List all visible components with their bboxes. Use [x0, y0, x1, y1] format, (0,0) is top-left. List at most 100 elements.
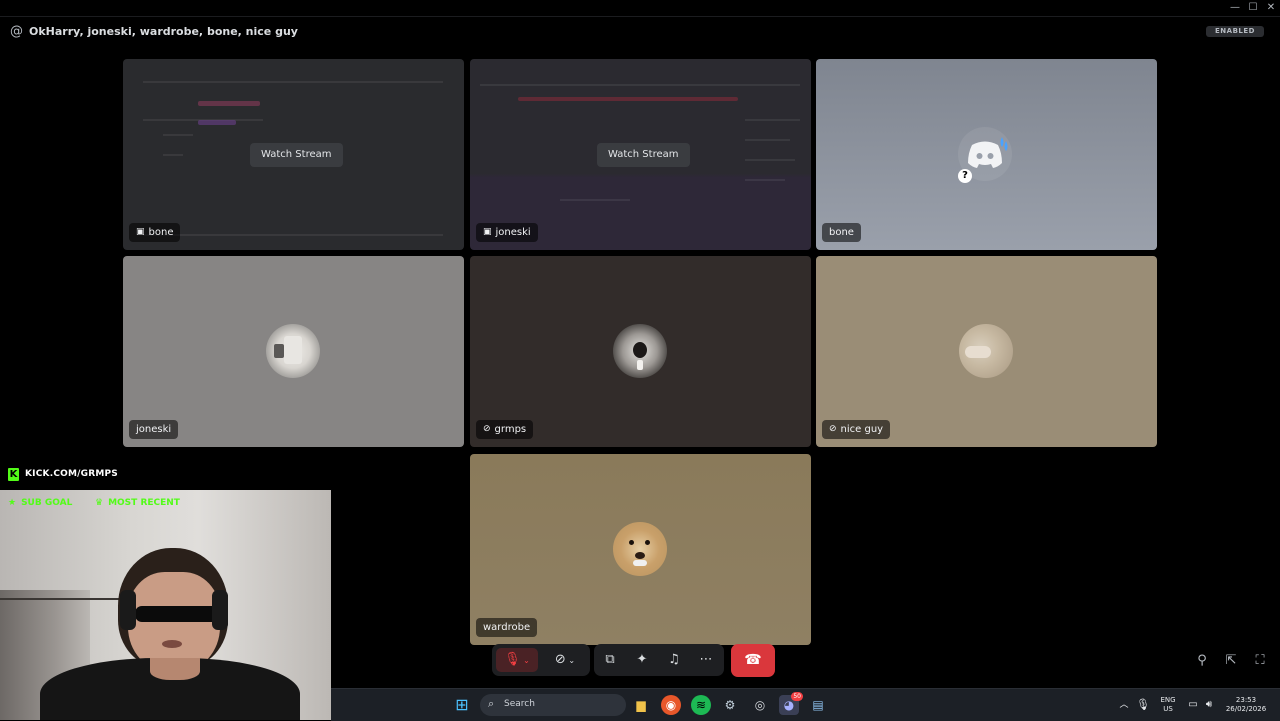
notepad-button[interactable]: ▤ [808, 695, 828, 715]
chevron-up-icon: ︿ [1119, 700, 1129, 710]
soundboard-button[interactable]: ♫ [662, 648, 686, 672]
mic-muted-icon: 🎙︎ [504, 652, 521, 667]
close-button[interactable]: ✕ [1264, 2, 1278, 14]
chromium-button[interactable]: ◎ [750, 695, 770, 715]
language-indicator[interactable]: ENG US [1157, 696, 1179, 714]
fullscreen-icon: ⛶ [1255, 653, 1265, 668]
chevron-down-icon: ⌄ [520, 656, 530, 665]
participant-name: bone [148, 227, 174, 238]
microphone-tray-button[interactable]: 🎙︎ [1133, 695, 1153, 715]
enabled-badge: ENABLED [1206, 26, 1264, 37]
steam-icon: ⚙ [724, 698, 736, 712]
camera-toggle-button[interactable]: ⊘ ⌄ [544, 648, 586, 672]
at-icon: @ [10, 24, 23, 39]
stream-preview [518, 97, 738, 101]
avatar [613, 522, 667, 576]
participant-name: joneski [136, 424, 172, 435]
kick-logo-icon: K [8, 468, 19, 481]
file-explorer-button[interactable]: ▆ [631, 695, 651, 715]
action-controls: ⧉ ✦ ♫ ⋯ [594, 644, 724, 676]
participant-nametag: bone [822, 223, 861, 242]
pin-button[interactable]: ⚲ [1193, 652, 1211, 670]
pin-icon: ⚲ [1197, 653, 1207, 668]
spotify-icon: ≋ [695, 698, 707, 712]
fullscreen-button[interactable]: ⛶ [1251, 652, 1269, 670]
participant-name: bone [829, 227, 854, 238]
kick-overlay-bar: K KICK.COM/GRMPS [0, 463, 331, 487]
participant-tile-nice-guy[interactable]: ⊘ nice guy [816, 256, 1157, 447]
kick-channel-label: KICK.COM/GRMPS [25, 469, 118, 479]
more-icon: ⋯ [699, 652, 713, 667]
screen-share-icon: ⧉ [605, 652, 615, 667]
taskbar: ⊞ ⌕ Search ▆ ◉ ≋ ⚙ ◎ ◕ 50 ▤ ︿ 🎙︎ ENG US … [331, 688, 1280, 721]
start-button[interactable]: ⊞ [452, 695, 472, 715]
stream-tile-joneski[interactable]: Watch Stream ▣ joneski [470, 59, 811, 250]
soundboard-icon: ♫ [668, 652, 680, 667]
most-recent-widget: ♛ MOST RECENT [95, 498, 180, 508]
participant-nametag: ▣ joneski [476, 223, 538, 242]
microphone-icon: 🎙︎ [1136, 698, 1150, 711]
firefox-icon: ◉ [665, 698, 677, 712]
windows-logo-icon: ⊞ [455, 695, 469, 714]
participant-nametag: ▣ bone [129, 223, 181, 242]
webcam-feed: ★ SUB GOAL ♛ MOST RECENT [0, 490, 331, 720]
minimize-button[interactable]: — [1228, 2, 1242, 14]
participant-name: joneski [495, 227, 531, 238]
popout-button[interactable]: ⇱ [1222, 652, 1240, 670]
participant-tile-wardrobe[interactable]: wardrobe [470, 454, 811, 645]
network-icon: ▭ [1188, 699, 1198, 710]
watch-stream-button[interactable]: Watch Stream [250, 143, 343, 167]
end-call-button[interactable]: ☎ [731, 644, 775, 677]
participant-nametag: ⊘ grmps [476, 420, 534, 439]
participant-tile-grmps[interactable]: ⊘ grmps [470, 256, 811, 447]
notepad-icon: ▤ [812, 698, 824, 712]
participant-nametag: ⊘ nice guy [822, 420, 891, 439]
lang-top: ENG [1160, 696, 1176, 704]
firefox-button[interactable]: ◉ [661, 695, 681, 715]
stream-tile-bone[interactable]: Watch Stream ▣ bone [123, 59, 464, 250]
participant-name: wardrobe [483, 622, 531, 633]
chevron-down-icon: ⌄ [565, 656, 576, 665]
more-options-button[interactable]: ⋯ [694, 648, 718, 672]
camera-off-icon: ⊘ [554, 652, 566, 667]
sub-goal-label: SUB GOAL [21, 498, 73, 508]
screen-share-button[interactable]: ⧉ [598, 648, 622, 672]
window-titlebar: — ☐ ✕ [0, 0, 1280, 17]
participant-nametag: joneski [129, 420, 179, 439]
participant-tile-bone[interactable]: ? bone [816, 59, 1157, 250]
avatar [959, 324, 1013, 378]
clock-time: 23:53 [1235, 696, 1257, 704]
sub-goal-widget: ★ SUB GOAL [8, 498, 72, 508]
most-recent-label: MOST RECENT [108, 498, 180, 508]
steam-button[interactable]: ⚙ [720, 695, 740, 715]
muted-icon: ⊘ [829, 424, 837, 434]
volume-button[interactable]: 🔊︎ [1199, 695, 1219, 715]
search-placeholder: Search [504, 699, 535, 709]
lang-bottom: US [1163, 705, 1173, 713]
clock[interactable]: 23:53 26/02/2026 [1221, 696, 1271, 714]
volume-icon: 🔊︎ [1205, 699, 1213, 710]
watch-stream-button[interactable]: Watch Stream [597, 143, 690, 167]
avatar [266, 324, 320, 378]
folder-icon: ▆ [636, 698, 646, 712]
discord-button[interactable]: ◕ 50 [779, 692, 803, 715]
avatar [613, 324, 667, 378]
maximize-button[interactable]: ☐ [1246, 2, 1260, 14]
participant-name: grmps [494, 424, 527, 435]
participant-tile-joneski[interactable]: joneski [123, 256, 464, 447]
activities-button[interactable]: ✦ [630, 648, 654, 672]
participant-nametag: wardrobe [476, 618, 538, 637]
spotify-button[interactable]: ≋ [691, 695, 711, 715]
tray-overflow-button[interactable]: ︿ [1114, 695, 1134, 715]
stream-preview [198, 120, 236, 125]
star-icon: ★ [8, 498, 17, 508]
media-controls: 🎙︎ ⌄ ⊘ ⌄ [492, 644, 590, 676]
mic-toggle-button[interactable]: 🎙︎ ⌄ [496, 648, 538, 672]
clock-date: 26/02/2026 [1225, 705, 1267, 713]
stream-preview [198, 101, 260, 106]
participant-name: nice guy [840, 424, 884, 435]
taskbar-search[interactable]: ⌕ Search [480, 694, 626, 716]
badge-label: ENABLED [1215, 27, 1255, 35]
call-title: OkHarry, joneski, wardrobe, bone, nice g… [29, 25, 298, 38]
screen-share-icon: ▣ [136, 227, 145, 237]
